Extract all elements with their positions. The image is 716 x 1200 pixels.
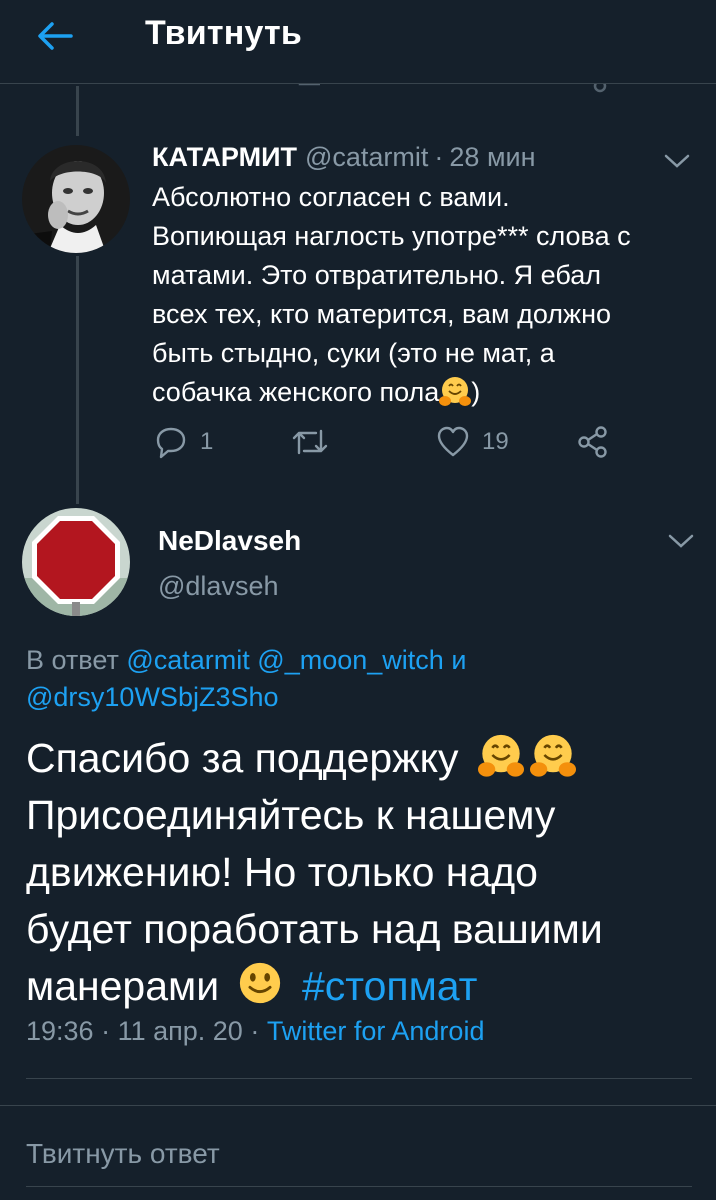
mention-link[interactable]: @drsy10WSbjZ3Sho [26,682,279,712]
closing-parenthesis: ) [471,377,481,407]
tweet-text-line: Вопиющая наглость употре*** слова с [152,221,631,251]
tweet-text-line: собачка женского пола [152,377,440,407]
reply-input[interactable]: Твитнуть ответ [26,1138,220,1170]
user-handle[interactable]: @catarmit [305,142,428,172]
tweet-text-line: быть стыдно, суки (это не мат, а [152,338,555,368]
divider [0,1105,716,1106]
mention-link[interactable]: @catarmit [126,645,249,675]
tweet-actions: 1 19 [150,425,620,465]
user-handle[interactable]: @dlavseh [158,571,278,602]
separator-dot: · [250,1016,260,1046]
reply-and: и [451,645,467,675]
display-name[interactable]: NeDlavseh [158,525,301,557]
reply-icon [156,427,186,459]
hugging-face-icon [529,734,576,777]
back-button[interactable] [30,16,80,56]
mention-link[interactable]: @_moon_witch [257,645,444,675]
tweet-text-line-last: собачка женского пола ) [152,373,697,412]
retweet-button[interactable] [290,425,330,459]
tweet-text-line: Присоединяйтесь к нашему [26,792,556,838]
page-title: Твитнуть [145,14,302,52]
tweet-text-line: всех тех, кто матерится, вам должно [152,299,612,329]
tweet-text-line: Абсолютно согласен с вами. [152,182,510,212]
tweet-text-line-1: Спасибо за поддержку [26,730,706,787]
like-button[interactable]: 19 [436,425,509,459]
display-name[interactable]: КАТАРМИТ [152,142,297,172]
share-icon [578,426,607,458]
reply-prefix: В ответ [26,645,119,675]
profile-photo [22,145,130,253]
tweet-menu-button[interactable] [662,150,692,172]
tweet-date: 11 апр. 20 [117,1016,243,1046]
tweet-text-line: матами. Это отвратительно. Я ебал [152,260,601,290]
timestamp[interactable]: 28 мин [449,142,535,172]
tweet-text-line: манерами [26,963,220,1009]
thread-line [76,86,79,136]
reply-button[interactable]: 1 [154,425,213,459]
hugging-face-icon [477,734,524,777]
heart-icon [437,426,469,457]
reply-context: В ответ @catarmit @_moon_witch и @drsy10… [26,642,696,716]
tweet-text-line-5: манерами #стопмат [26,958,706,1015]
slightly-smiling-face-icon [239,962,280,1004]
tweet-text: Абсолютно согласен с вами. Вопиющая нагл… [152,178,697,412]
chevron-down-icon [664,154,690,168]
avatar[interactable] [22,508,130,616]
tweet-text-line: движению! Но только надо [26,849,538,895]
divider [26,1078,692,1079]
tweet-text-line: будет поработать над вашими [26,906,603,952]
thread-line [76,256,79,504]
share-button[interactable] [576,425,610,459]
arrow-left-icon [38,22,73,50]
tweet-time: 19:36 [26,1016,94,1046]
top-bar: Твитнуть [0,0,716,84]
retweet-icon [292,429,328,455]
tweet-header: КАТАРМИТ @catarmit · 28 мин [152,142,536,173]
hashtag-link[interactable]: #стопмат [302,963,478,1009]
tweet-menu-button[interactable] [666,530,696,552]
chevron-down-icon [668,534,694,548]
like-count: 19 [482,428,509,455]
client-link[interactable]: Twitter for Android [267,1016,485,1046]
avatar[interactable] [22,145,130,253]
separator-dot: · [434,142,444,172]
reply-count: 1 [200,428,214,455]
tweet-text: Спасибо за поддержку Присоединяйтесь к н… [26,730,706,1015]
stop-sign-photo [22,508,130,616]
hugging-face-icon [439,377,472,406]
tweet-text-line: Спасибо за поддержку [26,735,459,781]
tweet-metadata: 19:36 · 11 апр. 20 · Twitter for Android [26,1016,484,1047]
divider [26,1186,692,1187]
separator-dot: · [101,1016,111,1046]
